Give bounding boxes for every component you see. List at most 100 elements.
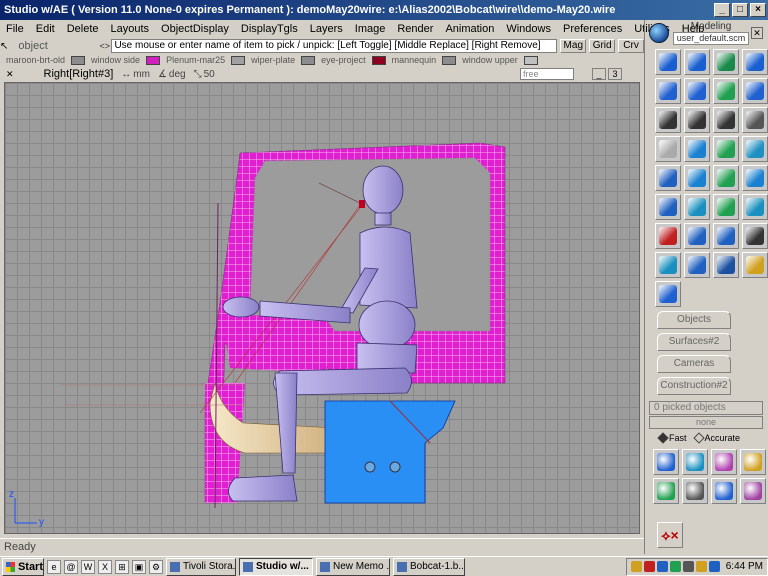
layer-item[interactable]: wiper-plate (251, 55, 316, 65)
menu-file[interactable]: File (0, 23, 30, 35)
spline-icon[interactable] (713, 78, 739, 104)
mode-field[interactable]: free (520, 68, 574, 80)
render-icon[interactable] (742, 107, 768, 133)
palette-close-icon[interactable]: ✕ (751, 27, 763, 39)
sphere-icon[interactable] (713, 252, 739, 278)
quicklaunch-icon[interactable]: W (81, 559, 95, 574)
cone-icon[interactable] (711, 449, 737, 475)
skin-icon[interactable] (742, 136, 768, 162)
mag-button[interactable]: Mag (560, 39, 587, 53)
revolve-icon[interactable] (655, 165, 681, 191)
square-icon[interactable] (684, 194, 710, 220)
layer-color-swatch[interactable] (442, 55, 457, 65)
globe-icon[interactable] (649, 23, 669, 43)
round-icon[interactable] (740, 478, 766, 504)
viewport-field-num[interactable]: 3 (608, 68, 622, 80)
layer-item[interactable]: mannequin (392, 55, 457, 65)
accurate-option[interactable]: Accurate (692, 432, 740, 444)
curve-edit-icon[interactable] (742, 49, 768, 75)
tray-icon[interactable] (695, 561, 707, 572)
layer-item[interactable]: eye-project (321, 55, 386, 65)
layer-item[interactable]: maroon-brt-old (6, 55, 86, 65)
light-icon[interactable] (742, 252, 768, 278)
layer-color-swatch[interactable] (371, 55, 386, 65)
quicklaunch-icon[interactable]: e (47, 559, 61, 574)
title-bar[interactable]: Studio w/AE ( Version 11.0 None-0 expire… (0, 0, 768, 20)
line-icon[interactable] (655, 78, 681, 104)
command-prompt[interactable]: Use mouse or enter name of item to pick … (111, 39, 558, 53)
menu-animation[interactable]: Animation (439, 23, 500, 35)
crv-button[interactable]: Crv (618, 39, 644, 53)
grid-button[interactable]: Grid (589, 39, 616, 53)
start-button[interactable]: Start (2, 557, 44, 576)
menu-render[interactable]: Render (391, 23, 439, 35)
layer-color-swatch[interactable] (523, 55, 538, 65)
delete-icon[interactable] (655, 223, 681, 249)
offset-icon[interactable] (742, 194, 768, 220)
mesh-icon[interactable] (655, 252, 681, 278)
viewport-close-icon[interactable]: ✕ (6, 69, 14, 80)
blend-icon[interactable] (713, 194, 739, 220)
menu-image[interactable]: Image (349, 23, 392, 35)
align-icon[interactable] (655, 281, 681, 307)
menu-preferences[interactable]: Preferences (557, 23, 628, 35)
taskbar-button[interactable]: Tivoli Stora... (166, 557, 236, 576)
camera-icon[interactable] (684, 107, 710, 133)
lamp-icon[interactable] (713, 107, 739, 133)
extrude-icon[interactable] (684, 165, 710, 191)
menu-edit[interactable]: Edit (30, 23, 61, 35)
torus-icon[interactable] (740, 449, 766, 475)
tray-icon[interactable] (682, 561, 694, 572)
box-icon[interactable] (653, 449, 679, 475)
capsule-icon[interactable] (711, 478, 737, 504)
layer-color-swatch[interactable] (231, 55, 246, 65)
rebuild-icon[interactable] (742, 78, 768, 104)
tray-icon[interactable] (630, 561, 642, 572)
close-button[interactable]: × (750, 3, 766, 17)
quicklaunch-icon[interactable]: X (98, 559, 112, 574)
maximize-button[interactable]: □ (732, 3, 748, 17)
tray-icon[interactable] (656, 561, 668, 572)
shelf-tab-surfaces2[interactable]: Surfaces#2 (657, 333, 731, 351)
cylinder-icon[interactable] (653, 478, 679, 504)
layer-item[interactable]: Plenum-mar25 (166, 55, 246, 65)
taskbar-button[interactable]: Bobcat-1.b... (393, 557, 465, 576)
quicklaunch-icon[interactable]: ⚙ (149, 559, 163, 574)
curve-blend-icon[interactable] (713, 49, 739, 75)
viewport-name[interactable]: Right[Right#3] (44, 68, 114, 80)
quicklaunch-icon[interactable]: ⊞ (115, 559, 129, 574)
menu-layers[interactable]: Layers (304, 23, 349, 35)
fillet-icon[interactable] (742, 165, 768, 191)
menu-delete[interactable]: Delete (61, 23, 105, 35)
layer-color-swatch[interactable] (71, 55, 86, 65)
sphere-icon[interactable] (682, 449, 708, 475)
boundary-icon[interactable] (655, 194, 681, 220)
shelf-tool-button[interactable]: ⟡× (657, 522, 683, 548)
menu-layouts[interactable]: Layouts (105, 23, 156, 35)
surface-icon[interactable] (684, 136, 710, 162)
menu-objectdisplay[interactable]: ObjectDisplay (155, 23, 235, 35)
modeling-viewport[interactable]: z y (4, 82, 640, 534)
arc-icon[interactable] (684, 78, 710, 104)
shelf-tab-cameras[interactable]: Cameras (657, 355, 731, 373)
curve-cv-icon[interactable] (655, 49, 681, 75)
viewport-minimize-icon[interactable]: _ (592, 68, 606, 80)
prompt-history-arrows[interactable]: <> (100, 41, 112, 51)
taskbar-button[interactable]: New Memo ... (316, 557, 390, 576)
plane-icon[interactable] (655, 136, 681, 162)
palette-mode[interactable]: Modeling (673, 21, 749, 32)
palette-file[interactable]: user_default.scm (673, 32, 749, 45)
curve-ep-icon[interactable] (684, 49, 710, 75)
group-icon[interactable] (713, 223, 739, 249)
menu-windows[interactable]: Windows (500, 23, 557, 35)
person-icon[interactable] (742, 223, 768, 249)
fast-option[interactable]: Fast (657, 432, 687, 444)
menu-displaytgls[interactable]: DisplayTgls (235, 23, 304, 35)
tray-icon[interactable] (643, 561, 655, 572)
striped-icon[interactable] (682, 478, 708, 504)
surface-trim-icon[interactable] (713, 136, 739, 162)
mesh2-icon[interactable] (684, 252, 710, 278)
tray-icon[interactable] (669, 561, 681, 572)
quicklaunch-icon[interactable]: @ (64, 559, 78, 574)
minimize-button[interactable]: _ (714, 3, 730, 17)
